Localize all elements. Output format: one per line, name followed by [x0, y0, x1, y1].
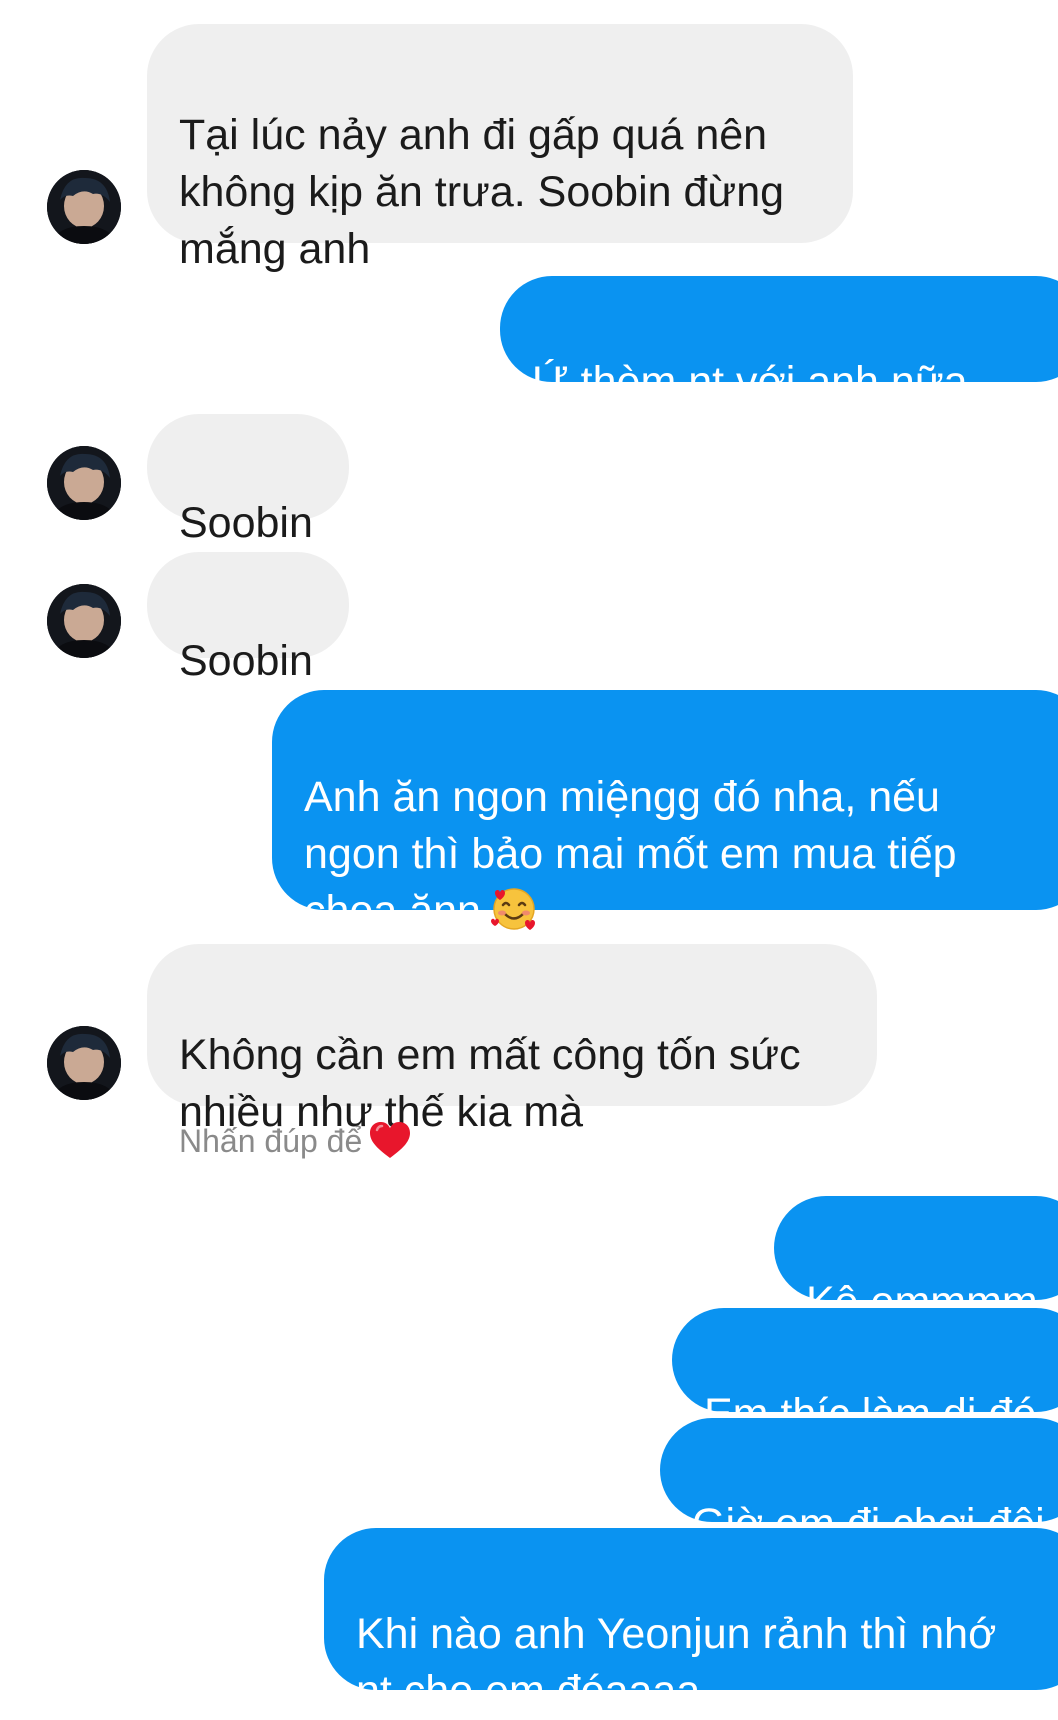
outgoing-message-bubble[interactable]: Ứ thèm nt với anh nữa [500, 276, 1058, 406]
message-text: Tại lúc nảy anh đi gấp quá nên không kịp… [179, 111, 785, 273]
message-thread: Tại lúc nảy anh đi gấp quá nên không kịp… [0, 0, 1058, 1715]
double-tap-hint: Nhấn đúp để [179, 1117, 412, 1165]
red-heart-icon [370, 1122, 411, 1158]
incoming-message-bubble[interactable]: Không cần em mất công tốn sức nhiều như … [147, 944, 877, 1136]
outgoing-message-bubble[interactable]: Giờ em đi chơi đêi [660, 1418, 1058, 1548]
outgoing-message-bubble[interactable]: Anh ăn ngon miệngg đó nha, nếu ngon thì … [272, 690, 1058, 935]
incoming-message-bubble[interactable]: Tại lúc nảy anh đi gấp quá nên không kịp… [147, 24, 853, 273]
outgoing-message-bubble[interactable]: Em thíc làm dị đó [672, 1308, 1058, 1438]
sender-avatar[interactable] [47, 446, 121, 520]
smiling-face-with-hearts-icon [490, 888, 535, 930]
message-text: Khi nào anh Yeonjun rảnh thì nhớ nt cho … [356, 1610, 997, 1715]
incoming-message-bubble[interactable]: Soobin [147, 552, 349, 685]
sender-avatar[interactable] [47, 584, 121, 658]
message-text: Ứ thèm nt với anh nữa [532, 358, 968, 406]
sender-avatar[interactable] [47, 1026, 121, 1100]
outgoing-message-bubble[interactable]: Khi nào anh Yeonjun rảnh thì nhớ nt cho … [324, 1528, 1058, 1715]
message-text: Soobin [179, 637, 313, 685]
double-tap-hint-text: Nhấn đúp để [179, 1123, 363, 1159]
incoming-message-bubble[interactable]: Soobin [147, 414, 349, 547]
message-text: Soobin [179, 499, 313, 547]
sender-avatar[interactable] [47, 170, 121, 244]
message-text: Anh ăn ngon miệngg đó nha, nếu ngon thì … [304, 773, 957, 935]
outgoing-message-bubble[interactable]: Kệ emmmm [774, 1196, 1058, 1326]
